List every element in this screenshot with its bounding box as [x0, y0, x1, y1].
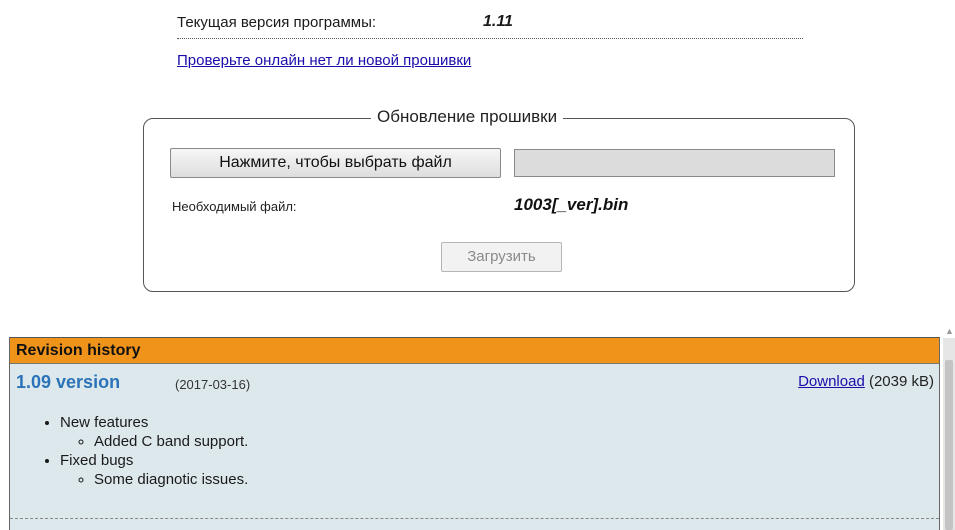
- upload-button[interactable]: Загрузить: [441, 242, 562, 272]
- list-item: New features Added C band support.: [60, 413, 248, 451]
- change-group-heading: New features: [60, 414, 149, 431]
- required-file-value: 1003[_ver].bin: [514, 195, 629, 214]
- release-date: (2017-03-16): [175, 377, 251, 392]
- firmware-update-title: Обновление прошивки: [371, 107, 564, 127]
- current-version-label: Текущая версия программы:: [177, 14, 377, 31]
- required-file-label: Необходимый файл:: [172, 199, 297, 214]
- revision-history-panel: Revision history 1.09 version (2017-03-1…: [9, 337, 940, 530]
- download-size: (2039 kB): [864, 373, 934, 390]
- change-group-heading: Fixed bugs: [60, 452, 134, 469]
- firmware-update-panel: Обновление прошивки Нажмите, чтобы выбра…: [143, 107, 855, 292]
- scrollbar-thumb[interactable]: [945, 360, 953, 530]
- divider: [10, 518, 939, 519]
- choose-file-button[interactable]: Нажмите, чтобы выбрать файл: [170, 148, 501, 178]
- current-version-row: Текущая версия программы: 1.11: [177, 12, 803, 39]
- release-version: 1.09 version: [16, 372, 121, 392]
- list-item: Some diagnotic issues.: [94, 470, 248, 489]
- current-version-value: 1.11: [483, 13, 513, 30]
- check-new-firmware-link[interactable]: Проверьте онлайн нет ли новой прошивки: [177, 52, 471, 69]
- scroll-up-icon[interactable]: ▲: [945, 326, 954, 336]
- list-item: Fixed bugs Some diagnotic issues.: [60, 451, 248, 489]
- scrollbar[interactable]: ▲: [943, 326, 955, 530]
- revision-history-title: Revision history: [10, 337, 939, 364]
- selected-file-field[interactable]: [514, 149, 835, 177]
- change-list: New features Added C band support. Fixed…: [10, 413, 248, 489]
- download-area: Download (2039 kB): [798, 373, 934, 390]
- download-link[interactable]: Download: [798, 373, 865, 390]
- list-item: Added C band support.: [94, 432, 248, 451]
